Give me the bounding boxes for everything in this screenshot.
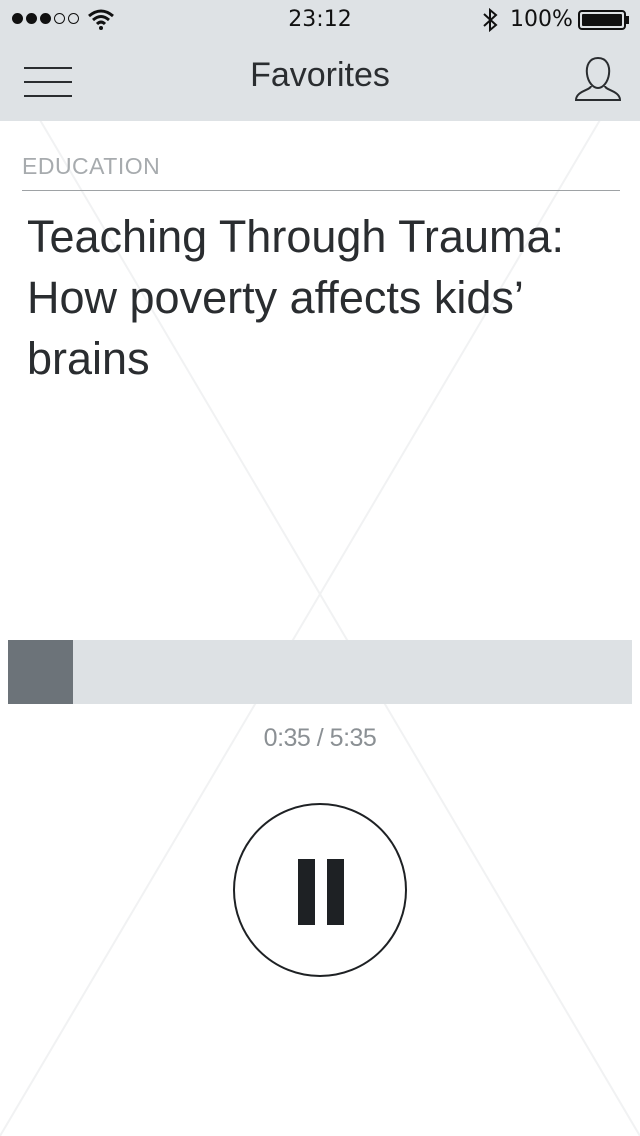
pause-icon	[298, 859, 344, 925]
profile-button[interactable]	[572, 54, 624, 104]
bluetooth-icon	[483, 8, 498, 32]
profile-icon	[574, 56, 622, 101]
story-title: Teaching Through Trauma: How poverty aff…	[27, 211, 564, 384]
battery-icon	[578, 10, 629, 30]
player-screen: 23:12 100% Favorites EDUCATION Teaching …	[0, 0, 640, 1136]
navigation-bar: Favorites	[0, 40, 640, 121]
playback-time: 0:35 / 5:35	[263, 724, 377, 752]
battery-percentage: 100%	[510, 7, 573, 32]
story-category: EDUCATION	[22, 153, 161, 179]
status-bar: 23:12 100%	[0, 0, 640, 40]
page-title: Favorites	[250, 56, 390, 94]
pause-button[interactable]	[233, 803, 407, 977]
playback-progress-fill	[8, 640, 73, 704]
category-divider	[22, 190, 620, 191]
playback-progress-bar[interactable]	[8, 640, 632, 704]
